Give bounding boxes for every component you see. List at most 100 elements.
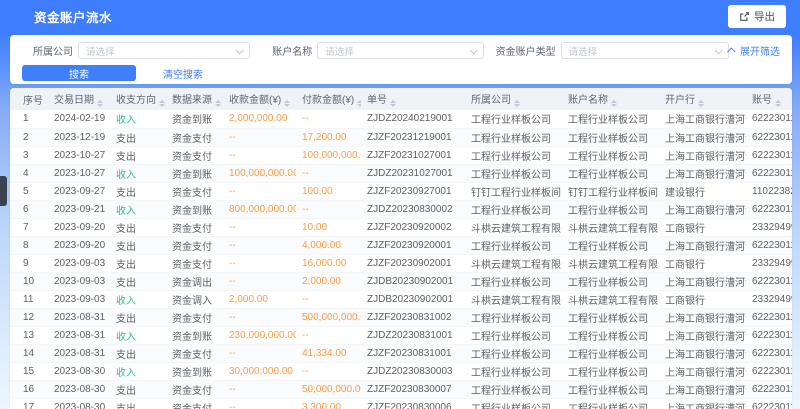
company-select[interactable]: 请选择 <box>78 42 250 59</box>
column-header-source[interactable]: 数据来源 <box>166 88 223 110</box>
cell-index: 10 <box>10 272 48 290</box>
cell-accountNo: 622230111 <box>746 200 792 218</box>
cell-index: 12 <box>10 308 48 326</box>
cell-date: 2023-09-20 <box>48 236 110 254</box>
sort-icon[interactable] <box>357 100 361 108</box>
cell-receive: -- <box>223 398 296 409</box>
cell-direction: 支出 <box>110 182 166 200</box>
cell-accountName: 工程行业样板公司 <box>562 380 659 398</box>
cell-receive: 230,000,000.00 <box>223 326 296 344</box>
cell-orderNo: ZJDZ20231027001 <box>361 164 465 182</box>
cell-direction: 收入 <box>110 362 166 380</box>
cell-source: 资金支付 <box>166 308 223 326</box>
table-row: 72023-09-20支出资金支付--10.00ZJZF20230920002斗… <box>10 218 792 236</box>
search-button[interactable]: 搜索 <box>22 65 136 81</box>
table-row: 172023-08-30支出资金支付--3,300.00ZJZF20230830… <box>10 398 792 409</box>
column-header-receive[interactable]: 收款金额(¥) <box>223 88 296 110</box>
cell-accountNo: 233294994 <box>746 218 792 236</box>
company-filter-label: 所属公司 <box>33 43 73 58</box>
cell-company: 工程行业样板公司 <box>465 110 562 128</box>
export-button[interactable]: 导出 <box>728 5 786 28</box>
cell-index: 8 <box>10 236 48 254</box>
cell-accountName: 工程行业样板公司 <box>562 272 659 290</box>
cell-company: 斗栱云建筑工程有限公司 <box>465 218 562 236</box>
column-header-bank[interactable]: 开户行 <box>659 88 746 110</box>
sort-icon[interactable] <box>284 100 290 108</box>
cell-date: 2023-09-21 <box>48 200 110 218</box>
cell-bank: 上海工商银行漕河泾支行 <box>659 362 746 380</box>
account-name-select-placeholder: 请选择 <box>325 44 354 58</box>
cell-date: 2023-10-27 <box>48 146 110 164</box>
cell-accountName: 斗栱云建筑工程有限公司 <box>562 218 659 236</box>
cell-company: 斗栱云建筑工程有限公司 <box>465 254 562 272</box>
table-row: 92023-09-03支出资金支付--16,000.00ZJZF20230902… <box>10 254 792 272</box>
cell-index: 6 <box>10 200 48 218</box>
cell-date: 2023-12-19 <box>48 128 110 146</box>
cell-bank: 工商银行 <box>659 218 746 236</box>
cell-date: 2023-10-27 <box>48 164 110 182</box>
cell-accountNo: 622230111 <box>746 164 792 182</box>
cell-accountNo: 622230111 <box>746 128 792 146</box>
cell-bank: 工商银行 <box>659 290 746 308</box>
sort-icon[interactable] <box>514 100 520 108</box>
cell-accountNo: 622230111 <box>746 272 792 290</box>
cell-accountName: 工程行业样板公司 <box>562 200 659 218</box>
cell-orderNo: ZJDB20230902001 <box>361 272 465 290</box>
sort-icon[interactable] <box>97 100 103 108</box>
cell-receive: 100,000,000.00 <box>223 164 296 182</box>
cell-direction: 支出 <box>110 146 166 164</box>
cell-receive: -- <box>223 380 296 398</box>
column-header-orderNo[interactable]: 单号 <box>361 88 465 110</box>
column-header-index: 序号 <box>10 88 48 110</box>
column-header-direction[interactable]: 收支方向 <box>110 88 166 110</box>
cell-orderNo: ZJZF20230830007 <box>361 380 465 398</box>
account-type-select[interactable]: 请选择 <box>561 42 729 59</box>
cell-index: 9 <box>10 254 48 272</box>
expand-filters-link[interactable]: 展开筛选 <box>729 43 780 58</box>
cell-pay: -- <box>296 200 361 218</box>
column-header-company[interactable]: 所属公司 <box>465 88 562 110</box>
cell-company: 工程行业样板公司 <box>465 308 562 326</box>
cell-company: 斗栱云建筑工程有限公司 <box>465 290 562 308</box>
table-row: 142023-08-31支出资金支付--41,334.00ZJZF2023083… <box>10 344 792 362</box>
table-row: 112023-09-03收入资金调入2,000.00--ZJDB20230902… <box>10 290 792 308</box>
cell-accountName: 工程行业样板公司 <box>562 308 659 326</box>
cell-date: 2023-08-30 <box>48 398 110 409</box>
sort-icon[interactable] <box>215 100 221 108</box>
side-drawer-handle[interactable] <box>0 176 7 206</box>
transactions-table: 序号交易日期收支方向数据来源收款金额(¥)付款金额(¥)单号所属公司账户名称开户… <box>10 88 792 409</box>
cell-receive: -- <box>223 182 296 200</box>
cell-pay: -- <box>296 326 361 344</box>
column-header-accountName[interactable]: 账户名称 <box>562 88 659 110</box>
cell-source: 资金支付 <box>166 398 223 409</box>
sort-icon[interactable] <box>390 100 396 108</box>
cell-accountNo: 622230111 <box>746 110 792 128</box>
cell-date: 2023-08-31 <box>48 308 110 326</box>
clear-search-button[interactable]: 清空搜索 <box>163 66 203 81</box>
cell-bank: 上海工商银行漕河泾支行 <box>659 110 746 128</box>
sort-icon[interactable] <box>611 100 617 108</box>
cell-pay: 2,000.00 <box>296 272 361 290</box>
table-row: 122023-08-31支出资金支付--500,000,000.00ZJZF20… <box>10 308 792 326</box>
cell-accountNo: 622230111 <box>746 146 792 164</box>
cell-index: 11 <box>10 290 48 308</box>
cell-direction: 收入 <box>110 326 166 344</box>
cell-source: 资金到账 <box>166 326 223 344</box>
cell-receive: -- <box>223 236 296 254</box>
cell-direction: 支出 <box>110 308 166 326</box>
cell-index: 2 <box>10 128 48 146</box>
column-header-date[interactable]: 交易日期 <box>48 88 110 110</box>
cell-company: 工程行业样板公司 <box>465 200 562 218</box>
sort-icon[interactable] <box>698 100 704 108</box>
sort-icon[interactable] <box>159 100 165 108</box>
column-header-pay[interactable]: 付款金额(¥) <box>296 88 361 110</box>
column-header-accountNo[interactable]: 账号 <box>746 88 792 110</box>
cell-accountName: 工程行业样板公司 <box>562 398 659 409</box>
cell-source: 资金调出 <box>166 272 223 290</box>
cell-direction: 支出 <box>110 272 166 290</box>
cell-receive: -- <box>223 254 296 272</box>
account-name-select[interactable]: 请选择 <box>317 42 483 59</box>
cell-source: 资金支付 <box>166 236 223 254</box>
top-bar: 资金账户流水 导出 <box>0 0 800 33</box>
sort-icon[interactable] <box>775 100 781 108</box>
